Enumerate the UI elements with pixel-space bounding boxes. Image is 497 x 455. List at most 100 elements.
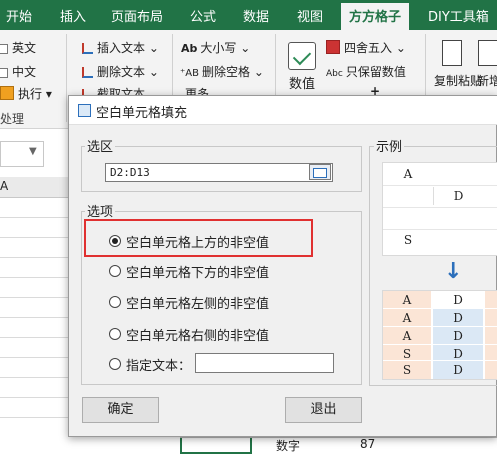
- delete-text-button[interactable]: 删除文本 ⌄: [82, 63, 159, 80]
- grid-line: [0, 357, 70, 358]
- cell-text[interactable]: 数字: [276, 437, 300, 454]
- grid-line: [383, 326, 497, 327]
- delete-text-label: 删除文本: [97, 65, 146, 79]
- chevron-down-icon: ⌄: [240, 41, 251, 55]
- star-icon: [0, 86, 14, 100]
- ribbon-tab-bar: 开始 插入 页面布局 公式 数据 视图 方方格子 DIY工具箱: [0, 0, 497, 30]
- tab-formulas[interactable]: 公式: [190, 6, 216, 25]
- example-cell: [383, 209, 433, 227]
- grid-line: [383, 344, 497, 345]
- new-sheet-icon: [478, 40, 497, 66]
- chevron-down-icon[interactable]: ▼: [29, 146, 37, 157]
- chevron-down-icon: ⌄: [148, 65, 159, 79]
- selected-cell[interactable]: [180, 438, 252, 454]
- keep-numbers-icon: Abc: [326, 69, 343, 79]
- case-label: 大小写: [200, 41, 237, 55]
- round-icon: [326, 40, 340, 54]
- round-button[interactable]: 四舍五入 ⌄: [326, 39, 406, 56]
- tab-fangfanggezi[interactable]: 方方格子: [341, 3, 410, 30]
- numeric-icon: [288, 42, 316, 70]
- column-header-a[interactable]: A: [0, 179, 8, 193]
- insert-text-button[interactable]: 插入文本 ⌄: [82, 39, 159, 56]
- grid-line: [0, 297, 70, 298]
- example-cell: A: [402, 311, 412, 325]
- chevron-down-icon: ▾: [45, 87, 52, 101]
- checkbox-icon: [0, 68, 8, 78]
- example-cell: [383, 187, 433, 205]
- option-below-radio[interactable]: [109, 265, 121, 277]
- sheet-bottom-row: 数字 87: [180, 437, 497, 455]
- grid-line: [0, 277, 70, 278]
- example-cell: D: [453, 329, 463, 343]
- ok-button[interactable]: 确定: [82, 397, 159, 423]
- grid-line: [383, 360, 497, 361]
- keep-numbers-label: 只保留数值: [345, 65, 406, 79]
- tab-diy-toolbox[interactable]: DIY工具箱: [428, 6, 489, 25]
- fill-blank-cells-dialog: 空白单元格填充 选区 D2:D13 选项 空白单元格上方的非空值 空白单元格下方…: [68, 95, 497, 437]
- tab-insert[interactable]: 插入: [60, 6, 86, 25]
- execute-label: 执行: [18, 87, 43, 101]
- grid-line: [383, 207, 497, 208]
- grid-line: [0, 317, 70, 318]
- option-specified-text-label[interactable]: 指定文本：: [126, 355, 191, 374]
- specified-text-input[interactable]: [195, 353, 334, 373]
- option-right-radio[interactable]: [109, 328, 121, 340]
- options-group-label: 选项: [85, 201, 116, 220]
- tab-data[interactable]: 数据: [243, 6, 269, 25]
- grid-line: [383, 229, 497, 230]
- option-right-label[interactable]: 空白单元格右侧的非空值: [126, 325, 269, 344]
- dialog-title: 空白单元格填充: [96, 106, 188, 121]
- column-fill: [485, 291, 497, 379]
- english-option[interactable]: 英文: [0, 39, 36, 56]
- chevron-down-icon: ⌄: [253, 65, 264, 79]
- exit-button[interactable]: 退出: [285, 397, 362, 423]
- option-below-label[interactable]: 空白单元格下方的非空值: [126, 262, 269, 281]
- execute-button[interactable]: 执行 ▾: [0, 85, 52, 102]
- clipboard-icon: [442, 40, 462, 66]
- check-mark-icon: [292, 46, 312, 66]
- delete-text-icon: [82, 67, 93, 78]
- tab-home[interactable]: 开始: [6, 6, 32, 25]
- name-box[interactable]: ▼: [0, 141, 44, 167]
- dialog-title-bar: 空白单元格填充: [69, 96, 497, 125]
- grid-line: [383, 185, 497, 186]
- checkbox-icon: [0, 44, 8, 54]
- chinese-option[interactable]: 中文: [0, 63, 36, 80]
- range-input[interactable]: D2:D13: [105, 163, 333, 182]
- option-specified-text-radio[interactable]: [109, 358, 121, 370]
- insert-text-icon: [82, 43, 93, 54]
- example-cell: [433, 209, 483, 227]
- group-label-process: 处理: [0, 112, 25, 126]
- remove-spaces-label: 删除空格: [201, 65, 250, 79]
- example-after-table: A D A D A D S D S D: [382, 290, 497, 380]
- example-cell: D: [453, 293, 463, 307]
- grid-line: [0, 417, 70, 418]
- option-left-label[interactable]: 空白单元格左侧的非空值: [126, 293, 269, 312]
- keep-numbers-button[interactable]: Abc 只保留数值: [326, 63, 406, 80]
- range-picker-button[interactable]: [309, 164, 331, 180]
- example-cell: S: [403, 233, 413, 247]
- new-button[interactable]: 新增: [477, 72, 497, 89]
- english-label: 英文: [12, 41, 37, 55]
- tab-page-layout[interactable]: 页面布局: [111, 6, 163, 25]
- example-cell: [433, 231, 483, 249]
- example-group-label: 示例: [374, 136, 405, 155]
- chinese-label: 中文: [12, 65, 37, 79]
- range-picker-icon: [313, 168, 327, 178]
- example-cell: [433, 165, 483, 183]
- example-cell: S: [402, 363, 412, 377]
- option-above-label[interactable]: 空白单元格上方的非空值: [126, 232, 269, 251]
- example-cell: A: [402, 293, 412, 307]
- app-icon: [78, 104, 91, 117]
- insert-text-label: 插入文本: [97, 41, 146, 55]
- copy-paste-button[interactable]: 复制粘贴: [434, 72, 482, 89]
- case-button[interactable]: Ab 大小写 ⌄: [181, 39, 250, 56]
- option-above-radio[interactable]: [109, 235, 121, 247]
- example-cell: D: [453, 311, 463, 325]
- chevron-down-icon: ⌄: [148, 41, 159, 55]
- remove-spaces-button[interactable]: ⁺AB 删除空格 ⌄: [180, 63, 264, 80]
- option-left-radio[interactable]: [109, 296, 121, 308]
- grid-line: [0, 337, 70, 338]
- tab-view[interactable]: 视图: [297, 6, 323, 25]
- cell-value[interactable]: 87: [360, 437, 375, 451]
